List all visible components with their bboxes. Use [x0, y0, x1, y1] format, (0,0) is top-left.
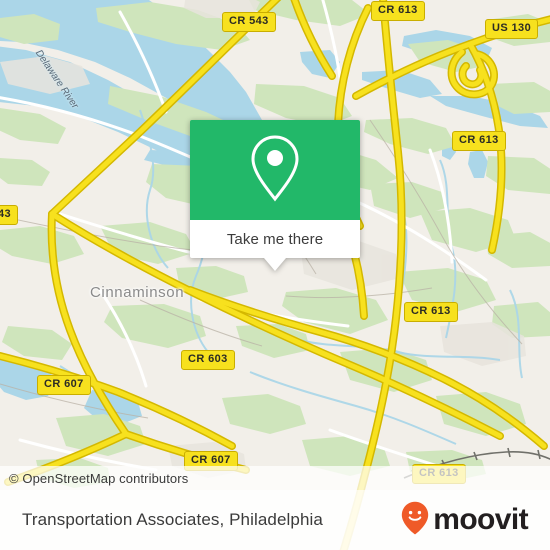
map-attribution-bar: © OpenStreetMap contributors — [0, 466, 550, 490]
road-shield-cr-613-middle[interactable]: CR 613 — [404, 302, 458, 322]
road-shield-cr-613-upper-right[interactable]: CR 613 — [452, 131, 506, 151]
road-shield-cr-613-top[interactable]: CR 613 — [371, 1, 425, 21]
road-shield-us-130[interactable]: US 130 — [485, 19, 539, 39]
road-shield-cr-603[interactable]: CR 603 — [181, 350, 235, 370]
footer-bar: Transportation Associates, Philadelphia … — [0, 490, 550, 550]
map-screenshot: Delaware River Cinnaminson CR 543 CR 613… — [0, 0, 550, 550]
place-label-cinnaminson: Cinnaminson — [90, 284, 185, 301]
popup-pin-area[interactable] — [190, 120, 360, 220]
take-me-there-button[interactable]: Take me there — [190, 220, 360, 271]
attribution-text[interactable]: © OpenStreetMap contributors — [0, 471, 188, 486]
road-shield-cr-607-left[interactable]: CR 607 — [37, 375, 91, 395]
page-title: Transportation Associates, Philadelphia — [22, 510, 323, 529]
road-shield-cr-543[interactable]: CR 543 — [222, 12, 276, 32]
take-me-there-label: Take me there — [226, 230, 324, 248]
popup-tail-pointer — [264, 258, 286, 271]
map-pin-icon — [247, 133, 303, 208]
road-shield-cr-543-clipped[interactable]: 43 — [0, 205, 19, 225]
moovit-smiley-pin-icon — [401, 501, 429, 540]
location-popup-card[interactable]: Take me there — [190, 120, 360, 271]
moovit-brand[interactable]: moovit — [401, 501, 550, 540]
moovit-wordmark: moovit — [433, 503, 528, 536]
